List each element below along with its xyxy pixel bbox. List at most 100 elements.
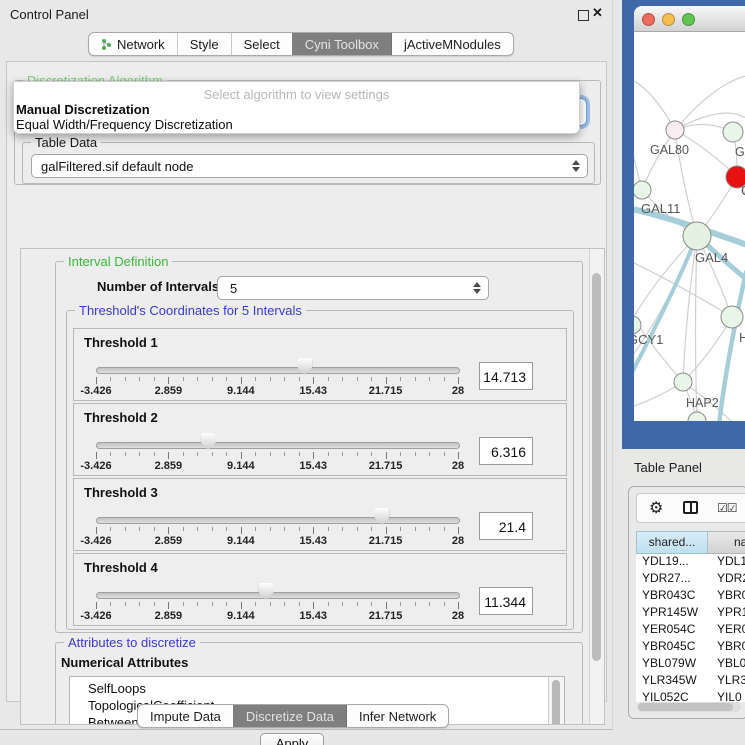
cell-shared-name[interactable]: YDL19...: [642, 554, 689, 568]
close-icon[interactable]: ✕: [592, 5, 603, 21]
column-header-shared-name[interactable]: shared...: [636, 531, 708, 554]
slider-track[interactable]: [96, 442, 460, 449]
cell-shared-name[interactable]: YIL052C: [642, 690, 689, 702]
table-row[interactable]: YBR043C YBR0: [636, 588, 745, 605]
table-row[interactable]: YBL079W YBL0: [636, 656, 745, 673]
tab-discretize-data[interactable]: Discretize Data: [233, 705, 346, 727]
network-node[interactable]: [723, 122, 743, 142]
network-edge-highlighted[interactable]: [634, 236, 697, 380]
network-node[interactable]: [688, 412, 706, 421]
network-canvas[interactable]: GAL80GACGAL11GAL4GCY1HHAP2: [634, 32, 745, 421]
tick-mark: [125, 377, 126, 381]
tab-network[interactable]: Network: [89, 33, 177, 55]
close-traffic-light-icon[interactable]: [642, 13, 655, 26]
slider-ticks: [96, 452, 458, 460]
tab-select[interactable]: Select: [231, 33, 292, 55]
network-node[interactable]: [683, 222, 711, 250]
cell-shared-name[interactable]: YDR27...: [642, 571, 691, 585]
table-row[interactable]: YLR345W YLR3: [636, 673, 745, 690]
attribute-item[interactable]: SelfLoops: [70, 680, 564, 697]
tab-jactivemnodules[interactable]: jActiveMNodules: [391, 33, 513, 55]
dropdown-option-manual[interactable]: Manual Discretization: [16, 102, 150, 117]
cell-shared-name[interactable]: YBR043C: [642, 588, 695, 602]
cell-shared-name[interactable]: YBL079W: [642, 656, 696, 670]
table-row[interactable]: YBR045C YBR0: [636, 639, 745, 656]
cell-name[interactable]: YBR0: [717, 639, 745, 653]
tick-mark: [96, 527, 97, 534]
settings-scrollbar[interactable]: [589, 249, 604, 724]
network-edge[interactable]: [642, 130, 675, 190]
network-node[interactable]: [634, 181, 651, 199]
cell-name[interactable]: YLR3: [717, 673, 745, 687]
cell-name[interactable]: YDR2: [717, 571, 745, 585]
network-window-titlebar[interactable]: [634, 6, 745, 32]
tick-mark: [284, 602, 285, 606]
table-scrollbar-thumb[interactable]: [638, 703, 733, 711]
network-edge[interactable]: [634, 318, 683, 382]
threshold-value-input[interactable]: 14.713: [479, 362, 533, 390]
network-node[interactable]: [721, 306, 743, 328]
tab-infer-network[interactable]: Infer Network: [346, 705, 448, 727]
minimize-traffic-light-icon[interactable]: [662, 13, 675, 26]
cell-name[interactable]: YBR0: [717, 588, 745, 602]
cell-shared-name[interactable]: YLR345W: [642, 673, 697, 687]
threshold-panel: Threshold 3 -3.4262.8599.14415.4321.7152…: [73, 478, 567, 551]
cell-name[interactable]: YIL0: [717, 690, 742, 702]
threshold-value-input[interactable]: 6.316: [479, 437, 533, 465]
scale-label: 21.715: [369, 385, 403, 397]
apply-button[interactable]: Apply: [260, 733, 324, 745]
tick-mark: [183, 602, 184, 606]
table-horizontal-scrollbar[interactable]: [637, 702, 741, 712]
node-label: GAL80: [650, 143, 689, 157]
number-of-intervals-select[interactable]: 5: [217, 276, 489, 300]
table-toolbar: ⚙ ☑☑: [636, 493, 745, 523]
network-node[interactable]: [666, 121, 684, 139]
table-row[interactable]: YDL19... YDL1: [636, 554, 745, 571]
slider-track[interactable]: [96, 517, 460, 524]
table-row[interactable]: YIL052C YIL0: [636, 690, 745, 702]
cell-name[interactable]: YBL0: [717, 656, 745, 670]
threshold-value-input[interactable]: 21.4: [479, 512, 533, 540]
checkbox-icons[interactable]: ☑☑: [717, 501, 737, 515]
tab-style[interactable]: Style: [177, 33, 231, 55]
slider-track[interactable]: [96, 592, 460, 599]
window-title: Control Panel: [10, 7, 89, 22]
tick-mark: [139, 527, 140, 531]
list-scrollbar[interactable]: [548, 677, 564, 725]
tab-impute-data[interactable]: Impute Data: [138, 705, 233, 727]
cell-shared-name[interactable]: YBR045C: [642, 639, 695, 653]
table-row[interactable]: YER054C YER0: [636, 622, 745, 639]
tick-mark: [183, 452, 184, 456]
scale-label: 9.144: [227, 535, 255, 547]
table-data-select[interactable]: galFiltered.sif default node: [31, 154, 588, 178]
threshold-value-input[interactable]: 11.344: [479, 587, 533, 615]
tick-mark: [212, 377, 213, 381]
cell-name[interactable]: YER0: [717, 622, 745, 636]
table-row[interactable]: YPR145W YPR1: [636, 605, 745, 622]
columns-icon[interactable]: [683, 501, 698, 514]
dropdown-option-equal-width[interactable]: Equal Width/Frequency Discretization: [16, 117, 233, 132]
threshold-label: Threshold 4: [84, 560, 158, 575]
tab-cyni-toolbox[interactable]: Cyni Toolbox: [292, 33, 391, 55]
slider-scale-labels: -3.4262.8599.14415.4321.71528: [96, 610, 458, 622]
network-window-frame: GAL80GACGAL11GAL4GCY1HHAP2: [622, 0, 745, 449]
tick-mark: [255, 452, 256, 456]
scale-label: 21.715: [369, 610, 403, 622]
cell-shared-name[interactable]: YER054C: [642, 622, 695, 636]
column-header-name[interactable]: na: [708, 531, 745, 554]
settings-scrollbar-thumb[interactable]: [592, 273, 601, 661]
tick-mark: [371, 377, 372, 381]
cyni-toolbox-panel: Discretization Algorithm Table Data galF…: [6, 61, 607, 702]
slider-track[interactable]: [96, 367, 460, 374]
zoom-traffic-light-icon[interactable]: [682, 13, 695, 26]
cell-name[interactable]: YPR1: [717, 605, 745, 619]
tick-mark: [357, 452, 358, 456]
cell-shared-name[interactable]: YPR145W: [642, 605, 698, 619]
cell-name[interactable]: YDL1: [717, 554, 745, 568]
float-window-icon[interactable]: [578, 10, 589, 21]
network-edge[interactable]: [634, 78, 675, 130]
table-row[interactable]: YDR27... YDR2: [636, 571, 745, 588]
list-scrollbar-thumb[interactable]: [552, 680, 560, 725]
network-node[interactable]: [674, 373, 692, 391]
gear-icon[interactable]: ⚙: [649, 498, 663, 518]
